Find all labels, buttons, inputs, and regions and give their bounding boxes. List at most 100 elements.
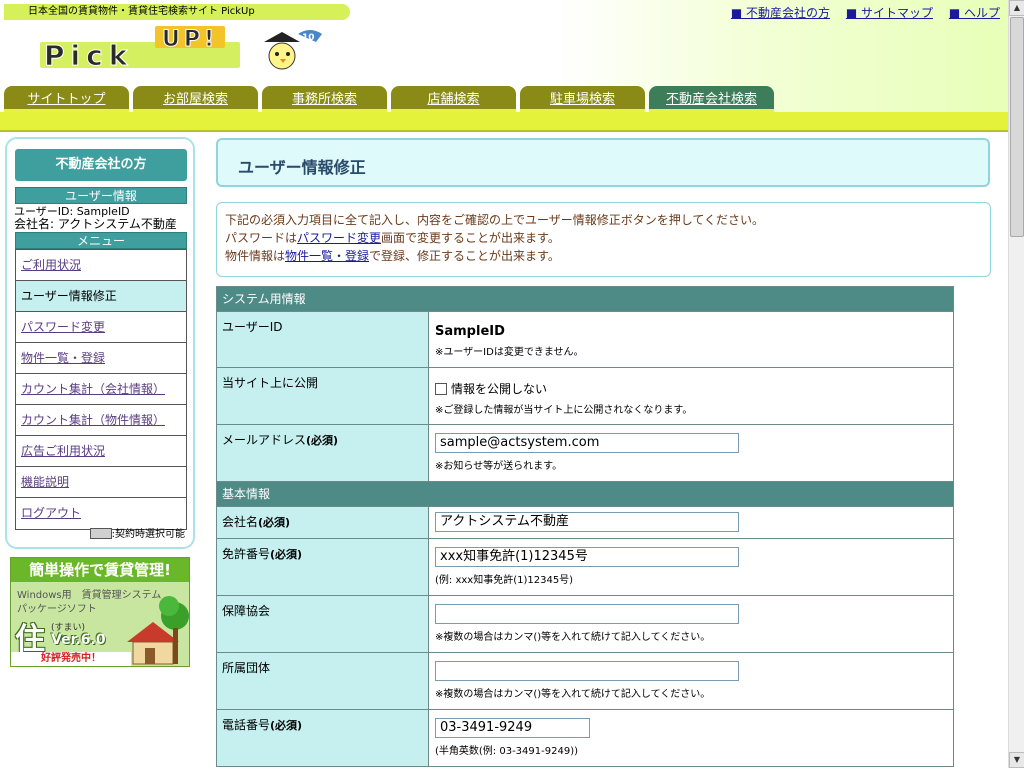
label-user-id: ユーザーID xyxy=(216,311,429,368)
ad-release: 好評発売中！ xyxy=(11,652,131,666)
hide-info-checkbox[interactable] xyxy=(435,383,447,395)
sidebar-link-usage[interactable]: ご利用状況 xyxy=(21,258,81,272)
sidebar-link-features[interactable]: 機能説明 xyxy=(21,475,69,489)
notice-line3-post: で登録、修正することが出来ます。 xyxy=(369,249,560,263)
tab-realtor-search[interactable]: 不動産会社検索 xyxy=(649,86,774,112)
field-user-id: SampleID ※ユーザーIDは変更できません。 xyxy=(428,311,954,368)
page-title: ユーザー情報修正 xyxy=(238,158,366,177)
svg-text:Pick: Pick xyxy=(44,39,133,70)
page-title-box: ユーザー情報修正 xyxy=(216,138,990,187)
company-label-text: 会社名 xyxy=(222,515,259,529)
sidebar: 不動産会社の方 ユーザー情報 ユーザーID: SampleID 会社名: アクト… xyxy=(5,137,195,549)
notice-line2-pre: パスワードは xyxy=(225,231,298,245)
tab-room-search[interactable]: お部屋検索 xyxy=(133,86,258,112)
sidebar-item-password: パスワード変更 xyxy=(16,312,186,343)
tab-parking-search[interactable]: 駐車場検索 xyxy=(520,86,645,112)
sidebar-link-password[interactable]: パスワード変更 xyxy=(21,320,105,334)
required-mark: (必須) xyxy=(306,434,339,447)
field-affiliation: ※複数の場合はカンマ()等を入れて続けて記入してください。 xyxy=(428,652,954,710)
label-phone: 電話番号(必須) xyxy=(216,709,429,767)
notice-line2-post: 画面で変更することが出来ます。 xyxy=(381,231,560,245)
phone-label-text: 電話番号 xyxy=(222,718,271,732)
scroll-down-icon[interactable]: ▼ xyxy=(1009,752,1024,768)
user-edit-form: システム用情報 ユーザーID SampleID ※ユーザーIDは変更できません。… xyxy=(216,286,954,767)
affiliation-note: ※複数の場合はカンマ()等を入れて続けて記入してください。 xyxy=(435,689,711,700)
scroll-up-icon[interactable]: ▲ xyxy=(1009,0,1024,16)
password-change-link[interactable]: パスワード変更 xyxy=(297,231,381,245)
svg-text:10: 10 xyxy=(302,33,315,43)
site-tagline: 日本全国の賃貸物件・賃貸住宅検索サイト PickUp xyxy=(4,4,350,20)
scroll-thumb[interactable] xyxy=(1010,17,1024,237)
sidebar-item-properties: 物件一覧・登録 xyxy=(16,343,186,374)
license-note: (例: xxx知事免許(1)12345号) xyxy=(435,575,574,586)
email-input[interactable]: sample@actsystem.com xyxy=(435,433,739,453)
label-company: 会社名(必須) xyxy=(216,506,429,539)
tab-site-top[interactable]: サイトトップ xyxy=(4,86,129,112)
guarantee-note: ※複数の場合はカンマ()等を入れて続けて記入してください。 xyxy=(435,632,711,643)
sidebar-item-logout: ログアウト xyxy=(16,498,186,529)
section-basic: 基本情報 xyxy=(216,481,954,507)
label-license: 免許番号(必須) xyxy=(216,538,429,596)
notice-line2: パスワードはパスワード変更画面で変更することが出来ます。 xyxy=(225,229,990,247)
email-label-text: メールアドレス xyxy=(222,433,307,447)
sidebar-item-count-property: カウント集計（物件情報） xyxy=(16,405,186,436)
sidebar-legend: :契約時選択可能 xyxy=(89,528,185,541)
sidebar-link-ads[interactable]: 広告ご利用状況 xyxy=(21,444,105,458)
guarantee-input[interactable] xyxy=(435,604,739,624)
instructions-box: 下記の必須入力項目に全て記入し、内容をご確認の上でユーザー情報修正ボタンを押して… xyxy=(216,202,991,277)
sidebar-item-usage: ご利用状況 xyxy=(16,250,186,281)
user-info-heading: ユーザー情報 xyxy=(15,187,187,204)
sidebar-link-logout[interactable]: ログアウト xyxy=(21,506,81,520)
phone-note: (半角英数(例: 03-3491-9249)) xyxy=(435,746,578,757)
label-affiliation: 所属団体 xyxy=(216,652,429,710)
email-note: ※お知らせ等が送られます。 xyxy=(435,461,563,472)
sidebar-link-properties[interactable]: 物件一覧・登録 xyxy=(21,351,105,365)
sidebar-company-name: 会社名: アクトシステム不動産 xyxy=(14,217,177,231)
header-divider xyxy=(0,130,1008,132)
required-mark: (必須) xyxy=(270,719,303,732)
section-system: システム用情報 xyxy=(216,286,954,312)
hide-info-label[interactable]: 情報を公開しない xyxy=(451,382,547,396)
phone-input[interactable]: 03-3491-9249 xyxy=(435,718,590,738)
header-band xyxy=(0,112,1008,130)
affiliation-input[interactable] xyxy=(435,661,739,681)
field-publish: 情報を公開しない ※ご登録した情報が当サイト上に公開されなくなります。 xyxy=(428,367,954,425)
menu-heading: メニュー xyxy=(15,232,187,249)
ad-line2: パッケージソフト xyxy=(17,604,97,615)
ad-headline: 簡単操作で賃貸管理! xyxy=(11,558,189,582)
vertical-scrollbar[interactable]: ▲ ▼ xyxy=(1008,0,1024,768)
user-id-value: SampleID xyxy=(435,324,505,339)
field-license: xxx知事免許(1)12345号 (例: xxx知事免許(1)12345号) xyxy=(428,538,954,596)
field-email: sample@actsystem.com ※お知らせ等が送られます。 xyxy=(428,424,954,482)
sidebar-link-count-property[interactable]: カウント集計（物件情報） xyxy=(21,413,165,427)
property-list-link[interactable]: 物件一覧・登録 xyxy=(285,249,369,263)
sidebar-item-features: 機能説明 xyxy=(16,467,186,498)
publish-checkbox-row: 情報を公開しない xyxy=(435,380,947,397)
company-input[interactable]: アクトシステム不動産 xyxy=(435,512,739,532)
pickup-logo[interactable]: Pick UP! 10 xyxy=(40,20,350,70)
site-header: 日本全国の賃貸物件・賃貸住宅検索サイト PickUp Pick UP! 10 ■… xyxy=(0,0,1008,132)
user-id-note: ※ユーザーIDは変更できません。 xyxy=(435,347,584,358)
top-links: ■ 不動産会社の方 ■ サイトマップ ■ ヘルプ xyxy=(719,4,1000,21)
tab-store-search[interactable]: 店舗検索 xyxy=(391,86,516,112)
sidebar-item-count-company: カウント集計（会社情報） xyxy=(16,374,186,405)
help-link[interactable]: ■ ヘルプ xyxy=(949,6,1000,20)
ad-version: Ver.6.0 xyxy=(51,632,106,648)
tab-office-search[interactable]: 事務所検索 xyxy=(262,86,387,112)
realtor-link[interactable]: ■ 不動産会社の方 xyxy=(731,6,830,20)
notice-line1: 下記の必須入力項目に全て記入し、内容をご確認の上でユーザー情報修正ボタンを押して… xyxy=(225,213,765,227)
field-company: アクトシステム不動産 xyxy=(428,506,954,539)
svg-text:UP!: UP! xyxy=(162,27,218,52)
field-guarantee: ※複数の場合はカンマ()等を入れて続けて記入してください。 xyxy=(428,595,954,653)
sumai-ad-banner[interactable]: 簡単操作で賃貸管理! Windows用 賃貸管理システム パッケージソフト 住 … xyxy=(10,557,190,667)
notice-line3: 物件情報は物件一覧・登録で登録、修正することが出来ます。 xyxy=(225,247,990,265)
required-mark: (必須) xyxy=(258,516,291,529)
sidebar-link-count-company[interactable]: カウント集計（会社情報） xyxy=(21,382,165,396)
sidebar-title: 不動産会社の方 xyxy=(15,149,187,181)
sitemap-link[interactable]: ■ サイトマップ xyxy=(846,6,933,20)
license-input[interactable]: xxx知事免許(1)12345号 xyxy=(435,547,739,567)
sidebar-menu: ご利用状況 ユーザー情報修正 パスワード変更 物件一覧・登録 カウント集計（会社… xyxy=(15,249,187,530)
notice-line3-pre: 物件情報は xyxy=(225,249,286,263)
label-publish: 当サイト上に公開 xyxy=(216,367,429,425)
field-phone: 03-3491-9249 (半角英数(例: 03-3491-9249)) xyxy=(428,709,954,767)
